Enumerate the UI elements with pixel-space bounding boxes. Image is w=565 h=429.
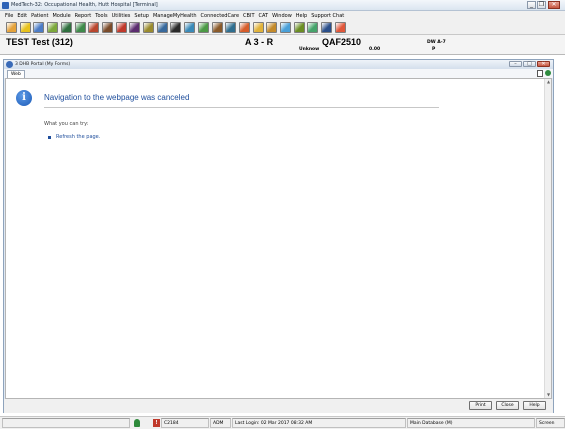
status-database: Main Database (M)	[407, 418, 535, 428]
toolbar	[0, 20, 565, 35]
menu-item-tools[interactable]: Tools	[95, 13, 107, 19]
portal-tabbar: Web	[4, 69, 553, 78]
document-icon[interactable]	[537, 70, 543, 77]
menu-item-cat[interactable]: CAT	[259, 13, 269, 19]
portal-icon	[6, 61, 13, 68]
toolbar-button-2-icon[interactable]	[19, 22, 31, 33]
patient-doctor: DW A-7	[427, 40, 446, 45]
menu-item-report[interactable]: Report	[75, 13, 92, 19]
status-code: C2184	[161, 418, 209, 428]
toolbar-button-11-icon[interactable]	[143, 22, 154, 33]
toolbar-button-5-icon[interactable]	[60, 22, 72, 33]
menu-item-cbit[interactable]: CBIT	[243, 13, 254, 19]
info-icon: i	[16, 90, 32, 106]
toolbar-button-4-icon[interactable]	[47, 22, 59, 33]
portal-titlebar: 3 DHB Portal (My Forms) – □ ✕	[4, 60, 553, 69]
refresh-icon[interactable]	[545, 70, 551, 76]
toolbar-button-3-icon[interactable]	[33, 22, 45, 33]
app-titlebar: MedTech-32: Occupational Health, Hutt Ho…	[0, 0, 565, 11]
toolbar-button-22-icon[interactable]	[293, 22, 305, 33]
patient-balance: 0.00	[369, 47, 381, 52]
divider	[44, 107, 439, 108]
toolbar-button-8-icon[interactable]	[101, 22, 113, 33]
menu-item-module[interactable]: Module	[52, 13, 70, 19]
refresh-link[interactable]: Refresh the page.	[56, 134, 100, 140]
status-screen: Screen	[536, 418, 565, 428]
portal-close-button[interactable]: ✕	[537, 61, 550, 67]
portal-title: 3 DHB Portal (My Forms)	[15, 62, 71, 67]
help-button[interactable]: Help	[523, 401, 546, 410]
menu-item-connectedcare[interactable]: ConnectedCare	[201, 13, 240, 19]
app-logo-icon	[2, 2, 9, 9]
toolbar-button-17-icon[interactable]	[225, 22, 237, 33]
toolbar-button-9-icon[interactable]	[115, 22, 127, 33]
portal-window: 3 DHB Portal (My Forms) – □ ✕ Web i Navi…	[3, 59, 554, 413]
status-cell-blank	[2, 418, 130, 428]
alert-icon[interactable]: !	[153, 419, 160, 427]
toolbar-button-19-icon[interactable]	[252, 22, 264, 33]
app-title: MedTech-32: Occupational Health, Hutt Ho…	[11, 2, 158, 8]
menu-item-file[interactable]: File	[5, 13, 13, 19]
toolbar-button-25-icon[interactable]	[334, 22, 346, 33]
toolbar-button-24-icon[interactable]	[321, 22, 333, 33]
menu-item-patient[interactable]: Patient	[31, 13, 48, 19]
toolbar-button-23-icon[interactable]	[307, 22, 319, 33]
toolbar-button-21-icon[interactable]	[280, 22, 291, 33]
portal-maximize-button[interactable]: □	[523, 61, 536, 67]
patient-unknown: Unknow	[299, 47, 320, 52]
vertical-scrollbar[interactable]: ▲ ▼	[544, 79, 551, 398]
patient-nhi: QAF2510	[322, 37, 362, 47]
menu-bar: File Edit Patient Module Report Tools Utilitie…	[0, 11, 565, 20]
patient-banner: TEST Test (312) A 3 - R QAF2510 Unknow 0…	[0, 35, 565, 55]
menu-item-help[interactable]: Help	[296, 13, 307, 19]
menu-item-managemyhealth[interactable]: ManageMyHealth	[153, 13, 197, 19]
toolbar-button-18-icon[interactable]	[238, 22, 250, 33]
print-button[interactable]: Print	[469, 401, 492, 410]
patient-flag: P	[432, 47, 436, 52]
tab-web[interactable]: Web	[7, 70, 25, 78]
menu-item-window[interactable]: Window	[272, 13, 292, 19]
close-dialog-button[interactable]: Close	[496, 401, 519, 410]
user-icon	[134, 419, 140, 427]
close-button[interactable]: ✕	[548, 1, 560, 9]
status-bar: ! C2184 ADM Last Login: 02 Mar 2017 08:3…	[0, 416, 565, 429]
patient-location: A 3 - R	[245, 37, 274, 47]
dialog-button-row: Print Close Help	[4, 399, 553, 413]
error-title: Navigation to the webpage was canceled	[44, 93, 190, 102]
toolbar-button-10-icon[interactable]	[129, 22, 141, 33]
toolbar-button-6-icon[interactable]	[74, 22, 86, 33]
toolbar-button-15-icon[interactable]	[197, 22, 209, 33]
status-last-login: Last Login: 02 Mar 2017 08:32 AM	[232, 418, 406, 428]
patient-name[interactable]: TEST Test (312)	[6, 37, 73, 47]
menu-item-setup[interactable]: Setup	[134, 13, 149, 19]
menu-item-edit[interactable]: Edit	[17, 13, 27, 19]
portal-minimize-button[interactable]: –	[509, 61, 522, 67]
menu-item-utilities[interactable]: Utilities	[112, 13, 131, 19]
bullet-icon	[48, 136, 51, 139]
toolbar-button-16-icon[interactable]	[211, 22, 223, 33]
scroll-down-icon[interactable]: ▼	[546, 392, 551, 398]
try-heading: What you can try:	[44, 121, 89, 127]
toolbar-button-1-icon[interactable]	[6, 22, 17, 33]
scroll-up-icon[interactable]: ▲	[546, 79, 551, 85]
toolbar-button-20-icon[interactable]	[266, 22, 278, 33]
toolbar-button-13-icon[interactable]	[170, 22, 182, 33]
status-user: ADM	[210, 418, 231, 428]
web-content: i Navigation to the webpage was canceled…	[5, 78, 552, 399]
minimize-button[interactable]: _	[527, 1, 536, 9]
toolbar-button-12-icon[interactable]	[156, 22, 168, 33]
toolbar-button-14-icon[interactable]	[184, 22, 196, 33]
toolbar-button-7-icon[interactable]	[88, 22, 100, 33]
maximize-button[interactable]: ❐	[537, 1, 546, 9]
menu-item-support-chat[interactable]: Support Chat	[311, 13, 344, 19]
